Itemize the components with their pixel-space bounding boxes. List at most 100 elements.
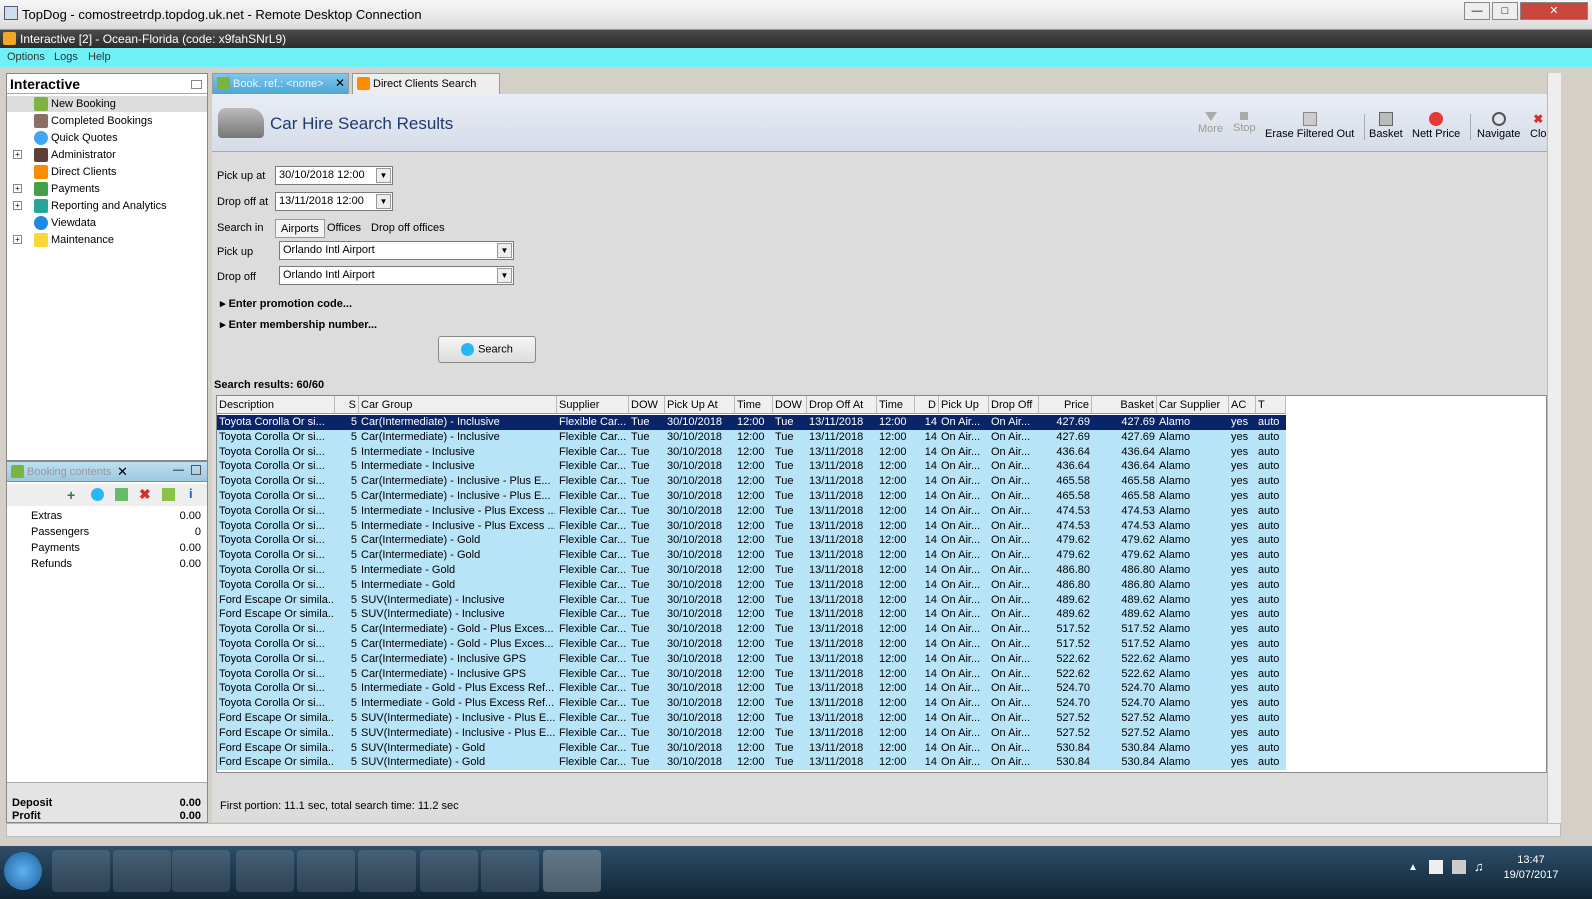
menu-logs[interactable]: Logs xyxy=(54,51,78,63)
column-header-dropoff-dow[interactable]: DOW xyxy=(773,396,807,414)
file-explorer-icon[interactable] xyxy=(113,850,171,892)
delete-icon[interactable]: ✖ xyxy=(139,486,151,503)
search-in-airports[interactable]: Airports xyxy=(275,219,325,238)
column-header-pickup-location[interactable]: Pick Up xyxy=(939,396,989,414)
column-header-pickup-date[interactable]: Pick Up At xyxy=(665,396,735,414)
tab-direct-clients-search[interactable]: Direct Clients Search xyxy=(352,73,500,94)
nett-price-button[interactable]: Nett Price xyxy=(1412,112,1460,140)
table-row[interactable]: Ford Escape Or simila... 5 SUV(Intermediat… xyxy=(217,740,1286,756)
table-row[interactable]: Ford Escape Or simila... 5 SUV(Intermediat… xyxy=(217,592,1286,608)
close-results-button[interactable]: ✖ Clo xyxy=(1530,112,1547,140)
column-header-dropoff-time[interactable]: Time xyxy=(877,396,915,414)
table-row[interactable]: Toyota Corolla Or si... 5 Intermediate - G… xyxy=(217,563,1286,578)
table-row[interactable]: Toyota Corolla Or si... 5 Intermediate - G… xyxy=(217,696,1286,712)
navigate-button[interactable]: Navigate xyxy=(1477,112,1520,140)
column-header-days[interactable]: D xyxy=(915,396,939,414)
stop-button[interactable]: Stop xyxy=(1233,112,1256,134)
sidebar-item-maintenance[interactable]: + Maintenance xyxy=(7,232,207,248)
expand-icon[interactable]: + xyxy=(13,201,22,210)
table-row[interactable]: Toyota Corolla Or si... 5 Car(Intermediate… xyxy=(217,666,1286,682)
column-header-dropoff-location[interactable]: Drop Off xyxy=(989,396,1039,414)
horizontal-scrollbar[interactable] xyxy=(6,823,1561,837)
tray-arrow-icon[interactable]: ▲ xyxy=(1408,862,1418,873)
table-row[interactable]: Toyota Corolla Or si... 5 Car(Intermediate… xyxy=(217,637,1286,652)
table-row[interactable]: Toyota Corolla Or si... 5 Intermediate - I… xyxy=(217,444,1286,460)
table-row[interactable]: Ford Escape Or simila... 5 SUV(Intermediat… xyxy=(217,711,1286,726)
column-header-car-group[interactable]: Car Group xyxy=(359,396,557,414)
add-icon[interactable]: + xyxy=(67,487,75,503)
membership-number-expander[interactable]: ▸ Enter membership number... xyxy=(220,318,377,331)
table-row[interactable]: Toyota Corolla Or si... 5 Car(Intermediate… xyxy=(217,651,1286,667)
maximize-panel-button[interactable] xyxy=(191,465,201,475)
media-player-icon[interactable] xyxy=(172,850,230,892)
column-header-dropoff-date[interactable]: Drop Off At xyxy=(807,396,877,414)
chevron-down-icon[interactable]: ▼ xyxy=(497,243,512,258)
tab-booking-ref[interactable]: Book. ref.: <none> ✕ xyxy=(212,73,349,94)
table-row[interactable]: Ford Escape Or simila... 5 SUV(Intermediat… xyxy=(217,755,1286,771)
outlook-icon[interactable] xyxy=(358,850,416,892)
table-row[interactable]: Ford Escape Or simila... 5 SUV(Intermediat… xyxy=(217,607,1286,623)
table-row[interactable]: Toyota Corolla Or si... 5 Intermediate - I… xyxy=(217,459,1286,475)
app-g-icon[interactable] xyxy=(420,850,478,892)
table-row[interactable]: Toyota Corolla Or si... 5 Intermediate - G… xyxy=(217,681,1286,697)
pickup-at-datetime[interactable]: 30/10/2018 12:00 ▼ xyxy=(275,166,393,185)
expand-icon[interactable]: + xyxy=(13,184,22,193)
sidebar-item-payments[interactable]: + Payments xyxy=(7,181,207,197)
import-icon[interactable] xyxy=(115,488,128,501)
table-row[interactable]: Toyota Corolla Or si... 5 Car(Intermediate… xyxy=(217,474,1286,490)
basket-button[interactable]: Basket xyxy=(1369,112,1403,140)
vertical-scrollbar[interactable] xyxy=(1547,73,1561,823)
refresh-icon[interactable] xyxy=(91,488,104,501)
column-header-seats[interactable]: S xyxy=(335,396,359,414)
minimize-button[interactable]: — xyxy=(1464,2,1490,20)
internet-explorer-icon[interactable] xyxy=(52,850,110,892)
erase-filtered-out-button[interactable]: Erase Filtered Out xyxy=(1265,112,1354,140)
table-row[interactable]: Ford Escape Or simila... 5 SUV(Intermediat… xyxy=(217,725,1286,741)
sidebar-item-reporting[interactable]: + Reporting and Analytics xyxy=(7,198,207,214)
start-button-icon[interactable] xyxy=(4,852,42,890)
table-row[interactable]: Toyota Corolla Or si... 5 Car(Intermediate… xyxy=(217,415,1286,430)
sticky-notes-icon[interactable] xyxy=(297,850,355,892)
sidebar-item-direct-clients[interactable]: Direct Clients xyxy=(7,164,207,180)
column-header-pickup-dow[interactable]: DOW xyxy=(629,396,665,414)
pickup-location-select[interactable]: Orlando Intl Airport ▼ xyxy=(279,241,514,260)
clock[interactable]: 13:47 19/07/2017 xyxy=(1496,854,1566,881)
table-row[interactable]: Toyota Corolla Or si... 5 Intermediate - G… xyxy=(217,577,1286,593)
menu-help[interactable]: Help xyxy=(88,51,111,63)
palm-tree-icon[interactable] xyxy=(162,488,175,501)
app-arrow-icon[interactable] xyxy=(481,850,539,892)
search-button[interactable]: Search xyxy=(438,336,536,363)
chevron-down-icon[interactable]: ▼ xyxy=(376,168,391,183)
chrome-icon[interactable] xyxy=(236,850,294,892)
action-center-icon[interactable] xyxy=(1429,860,1443,874)
column-header-description[interactable]: Description xyxy=(217,396,335,414)
collapse-panel-button[interactable] xyxy=(191,80,202,89)
more-button[interactable]: More xyxy=(1198,112,1223,135)
close-tab-icon[interactable]: ✕ xyxy=(335,76,345,90)
table-row[interactable]: Toyota Corolla Or si... 5 Car(Intermediate… xyxy=(217,533,1286,549)
table-row[interactable]: Toyota Corolla Or si... 5 Car(Intermediate… xyxy=(217,489,1286,504)
minimize-panel-button[interactable]: — xyxy=(173,464,184,476)
table-row[interactable]: Toyota Corolla Or si... 5 Intermediate - I… xyxy=(217,503,1286,519)
search-in-offices[interactable]: Offices xyxy=(322,219,366,238)
promotion-code-expander[interactable]: ▸ Enter promotion code... xyxy=(220,297,352,310)
sidebar-item-quick-quotes[interactable]: Quick Quotes xyxy=(7,130,207,146)
column-header-car-supplier[interactable]: Car Supplier xyxy=(1157,396,1229,414)
close-icon[interactable]: ✕ xyxy=(117,464,128,480)
column-header-pickup-time[interactable]: Time xyxy=(735,396,773,414)
column-header-basket[interactable]: Basket xyxy=(1092,396,1157,414)
column-header-supplier[interactable]: Supplier xyxy=(557,396,629,414)
expand-icon[interactable]: + xyxy=(13,150,22,159)
remote-desktop-icon[interactable] xyxy=(543,850,601,892)
table-row[interactable]: Toyota Corolla Or si... 5 Car(Intermediate… xyxy=(217,622,1286,638)
sidebar-item-viewdata[interactable]: Viewdata xyxy=(7,215,207,231)
close-window-button[interactable]: ✕ xyxy=(1520,2,1588,20)
expand-icon[interactable]: + xyxy=(13,235,22,244)
maximize-button[interactable]: □ xyxy=(1492,2,1518,20)
sidebar-item-administrator[interactable]: + Administrator xyxy=(7,147,207,163)
chevron-down-icon[interactable]: ▼ xyxy=(376,194,391,209)
dropoff-at-datetime[interactable]: 13/11/2018 12:00 ▼ xyxy=(275,192,393,211)
sidebar-item-completed-bookings[interactable]: Completed Bookings xyxy=(7,113,207,129)
chevron-down-icon[interactable]: ▼ xyxy=(497,268,512,283)
column-header-transmission[interactable]: T xyxy=(1256,396,1286,414)
